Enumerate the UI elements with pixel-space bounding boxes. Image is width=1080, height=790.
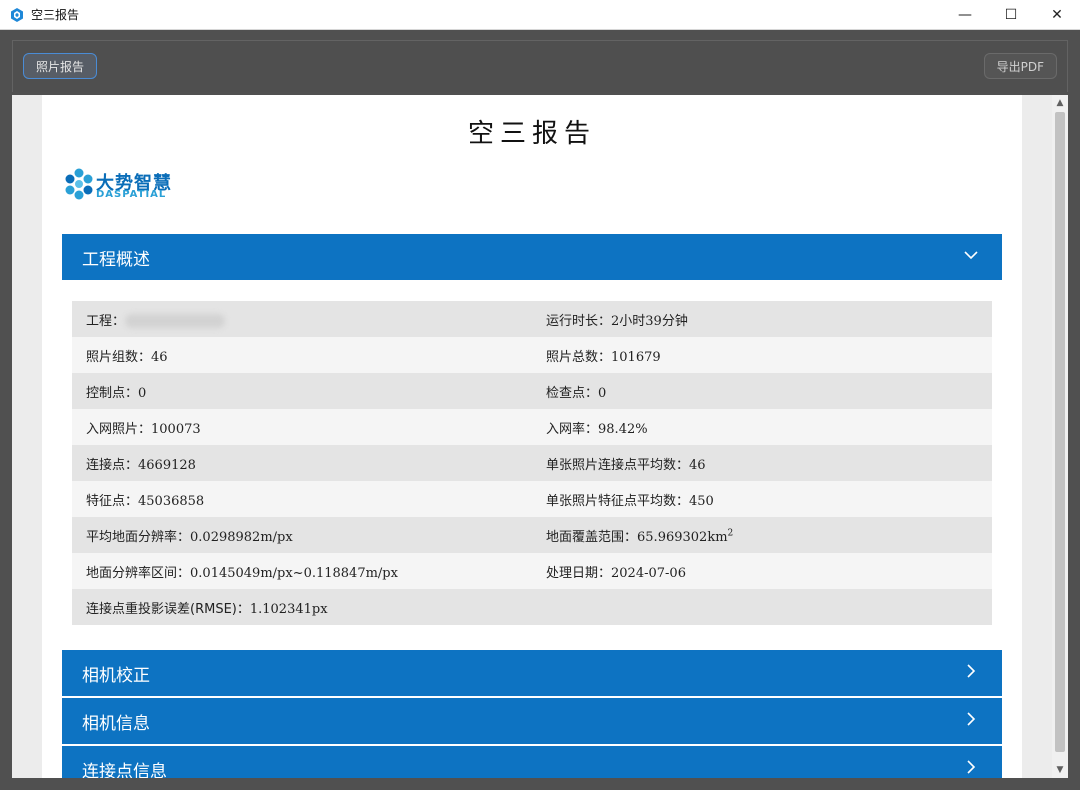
network-rate-value: 98.42% [598,421,648,437]
feature-points-cell: 特征点：45036858 [72,490,532,509]
photo-total-cell: 照片总数：101679 [532,346,992,365]
chevron-right-icon [967,664,976,678]
tie-points-label: 连接点： [86,457,139,473]
logo-hexagon-icon [65,168,93,200]
project-cell: 工程： [72,310,532,329]
tie-points-cell: 连接点：4669128 [72,454,532,473]
gsd-range-label: 地面分辨率区间： [86,565,191,581]
coverage-value: 65.969302km [637,529,728,545]
window-title: 空三报告 [31,8,80,22]
section-title: 连接点信息 [82,761,167,779]
avg-feature-value: 450 [689,493,714,509]
photo-groups-value: 46 [151,349,168,365]
table-row: 地面分辨率区间：0.0145049m/px~0.118847m/px 处理日期：… [72,553,992,589]
photo-total-value: 101679 [611,349,661,365]
avg-feature-label: 单张照片特征点平均数： [546,493,690,509]
coverage-cell: 地面覆盖范围：65.969302km2 [532,526,992,545]
section-header-tiepoint-info[interactable]: 连接点信息 [62,746,1002,778]
table-row: 照片组数：46 照片总数：101679 [72,337,992,373]
section-title: 相机校正 [82,665,150,686]
photo-total-label: 照片总数： [546,349,612,365]
tie-points-value: 4669128 [138,457,196,473]
avg-tie-label: 单张照片连接点平均数： [546,457,690,473]
chevron-right-icon [967,760,976,774]
date-cell: 处理日期：2024-07-06 [532,562,992,581]
minimize-button[interactable]: — [942,0,988,30]
check-points-label: 检查点： [546,385,599,401]
maximize-button[interactable]: ☐ [988,0,1034,30]
date-value: 2024-07-06 [611,565,686,581]
network-photos-label: 入网照片： [86,421,152,437]
avg-gsd-label: 平均地面分辨率： [86,529,191,545]
report-toolbar: 照片报告 导出PDF [12,40,1068,92]
gsd-range-value: 0.0145049m/px~0.118847m/px [190,565,398,581]
avg-feature-cell: 单张照片特征点平均数：450 [532,490,992,509]
company-logo: 大势智慧 DASPATIAL [62,167,182,203]
chevron-down-icon [964,251,978,260]
avg-tie-cell: 单张照片连接点平均数：46 [532,454,992,473]
photo-groups-cell: 照片组数：46 [72,346,532,365]
network-rate-cell: 入网率：98.42% [532,418,992,437]
project-label: 工程： [86,313,126,329]
rmse-label: 连接点重投影误差(RMSE)： [86,601,250,617]
chevron-right-icon [967,712,976,726]
photo-groups-label: 照片组数： [86,349,152,365]
rmse-value: 1.102341px [249,601,328,617]
table-row: 平均地面分辨率：0.0298982m/px 地面覆盖范围：65.969302km… [72,517,992,553]
date-label: 处理日期： [546,565,612,581]
photo-report-button[interactable]: 照片报告 [23,53,98,79]
report-viewport[interactable]: 空三报告 大势智慧 DASPATIAL 工程概述 工程： 运行时长：2小时39分… [12,95,1068,778]
check-points-cell: 检查点：0 [532,382,992,401]
feature-points-label: 特征点： [86,493,139,509]
table-row: 特征点：45036858 单张照片特征点平均数：450 [72,481,992,517]
runtime-label: 运行时长： [546,313,612,329]
table-row: 连接点重投影误差(RMSE)：1.102341px [72,589,992,625]
scroll-up-icon[interactable]: ▲ [1052,95,1068,111]
rmse-cell: 连接点重投影误差(RMSE)：1.102341px [72,598,992,617]
vertical-scrollbar[interactable]: ▲ ▼ [1052,95,1068,778]
table-row: 连接点：4669128 单张照片连接点平均数：46 [72,445,992,481]
control-points-value: 0 [138,385,147,401]
section-header-camera-calibration[interactable]: 相机校正 [62,650,1002,696]
runtime-value: 2小时39分钟 [611,313,688,329]
control-points-cell: 控制点：0 [72,382,532,401]
feature-points-value: 45036858 [138,493,205,509]
network-photos-cell: 入网照片：100073 [72,418,532,437]
window-controls: — ☐ ✕ [942,0,1080,30]
runtime-cell: 运行时长：2小时39分钟 [532,310,992,329]
export-pdf-button[interactable]: 导出PDF [983,53,1057,79]
close-button[interactable]: ✕ [1034,0,1080,30]
table-row: 控制点：0 检查点：0 [72,373,992,409]
avg-gsd-value: 0.0298982m/px [190,529,293,545]
section-header-camera-info[interactable]: 相机信息 [62,698,1002,744]
coverage-label: 地面覆盖范围： [546,529,638,545]
check-points-value: 0 [598,385,607,401]
scrollbar-thumb[interactable] [1055,112,1065,752]
table-row: 工程： 运行时长：2小时39分钟 [72,301,992,337]
report-title: 空三报告 [467,119,596,149]
table-row: 入网照片：100073 入网率：98.42% [72,409,992,445]
coverage-superscript: 2 [727,528,734,539]
network-rate-label: 入网率： [546,421,599,437]
report-page: 空三报告 大势智慧 DASPATIAL 工程概述 工程： 运行时长：2小时39分… [42,95,1022,778]
window-titlebar: 空三报告 — ☐ ✕ [0,0,1080,30]
overview-table: 工程： 运行时长：2小时39分钟 照片组数：46 照片总数：101679 控制点… [72,301,992,625]
section-title: 工程概述 [82,249,150,270]
app-logo-icon [11,7,23,22]
section-title: 相机信息 [82,713,150,734]
section-header-overview[interactable]: 工程概述 [62,234,1002,280]
control-points-label: 控制点： [86,385,139,401]
scroll-down-icon[interactable]: ▼ [1052,762,1068,778]
network-photos-value: 100073 [151,421,201,437]
logo-text-en: DASPATIAL [96,189,167,200]
gsd-range-cell: 地面分辨率区间：0.0145049m/px~0.118847m/px [72,562,532,581]
avg-tie-value: 46 [689,457,706,473]
project-name-redacted [125,314,226,328]
avg-gsd-cell: 平均地面分辨率：0.0298982m/px [72,526,532,545]
